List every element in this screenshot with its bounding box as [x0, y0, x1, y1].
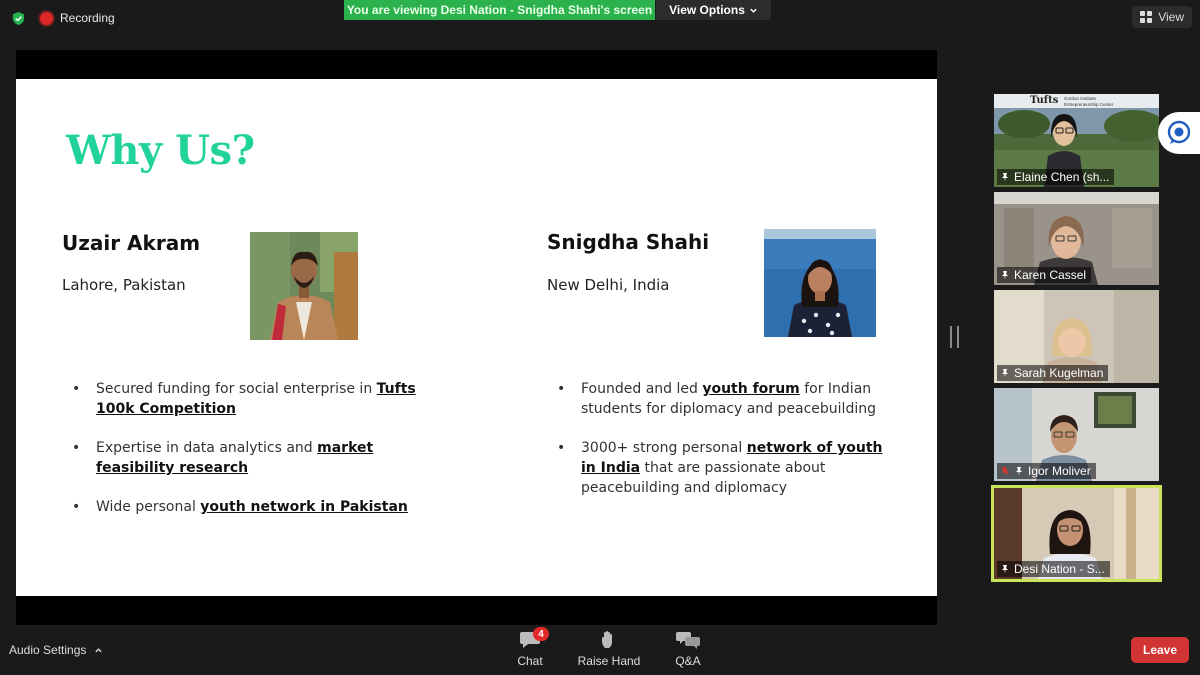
viewing-banner-text: You are viewing Desi Nation - Snigdha Sh…: [346, 3, 653, 17]
viewing-screen-banner: You are viewing Desi Nation - Snigdha Sh…: [344, 0, 655, 20]
shared-slide: Why Us? Uzair Akram Lahore, Pakistan Sec…: [16, 79, 937, 596]
photo-uzair: [250, 232, 358, 340]
panel-resize-handle[interactable]: [950, 326, 959, 348]
list-item: Secured funding for social enterprise in…: [72, 379, 422, 419]
chevron-down-icon: [750, 8, 757, 13]
recording-label: Recording: [60, 11, 115, 25]
highlight-link: youth network in Pakistan: [200, 499, 408, 515]
leave-button[interactable]: Leave: [1131, 637, 1189, 663]
pin-icon: [1002, 173, 1008, 182]
participant-name-label: Karen Cassel: [997, 267, 1092, 283]
participant-tile[interactable]: Igor Moliver: [994, 388, 1159, 481]
list-item: Wide personal youth network in Pakistan: [72, 497, 422, 517]
slide-title: Why Us?: [66, 127, 255, 174]
person-name-right: Snigdha Shahi: [547, 230, 710, 254]
chat-bubble-icon: [1167, 120, 1191, 144]
participant-tile[interactable]: Karen Cassel: [994, 192, 1159, 285]
participant-name-label: Igor Moliver: [997, 463, 1096, 479]
chat-label: Chat: [517, 654, 543, 668]
pin-icon: [1016, 467, 1022, 476]
recording-dot-icon: [40, 11, 53, 25]
leave-label: Leave: [1142, 643, 1178, 657]
tufts-subtitle: Gordon Institute Entrepreneurship Center: [1064, 96, 1114, 107]
person-location-right: New Delhi, India: [547, 276, 670, 294]
participant-tile[interactable]: Sarah Kugelman: [994, 290, 1159, 383]
participant-tile-active-speaker[interactable]: Desi Nation - S...: [991, 485, 1162, 582]
audio-settings-label: Audio Settings: [9, 643, 87, 657]
security-shield-icon[interactable]: [11, 11, 26, 26]
person-location-left: Lahore, Pakistan: [62, 276, 186, 294]
raise-hand-button[interactable]: Raise Hand: [574, 630, 644, 668]
audio-settings-button[interactable]: Audio Settings: [9, 643, 103, 657]
person-name-left: Uzair Akram: [62, 231, 201, 255]
raise-hand-label: Raise Hand: [577, 654, 641, 668]
highlight-link: youth forum: [702, 381, 800, 397]
qa-label: Q&A: [675, 654, 701, 668]
view-label: View: [1158, 10, 1184, 24]
list-item: Founded and led youth forum for Indian s…: [557, 379, 902, 419]
participant-name-label: Elaine Chen (sh...: [997, 169, 1115, 185]
grid-view-icon: [1140, 11, 1153, 23]
participant-tile[interactable]: Tufts Gordon Institute Entrepreneurship C…: [994, 94, 1159, 187]
qa-button[interactable]: Q&A: [653, 630, 723, 668]
chat-unread-badge: 4: [533, 627, 549, 641]
bullet-list-left: Secured funding for social enterprise in…: [72, 379, 422, 536]
list-item: 3000+ strong personal network of youth i…: [557, 438, 902, 498]
raise-hand-icon: [602, 631, 612, 648]
mic-muted-icon: [1001, 467, 1009, 475]
chat-button[interactable]: 4 Chat: [495, 627, 565, 668]
view-options-button[interactable]: View Options: [656, 0, 771, 20]
participant-name-label: Desi Nation - S...: [997, 561, 1110, 577]
pin-icon: [1002, 565, 1008, 574]
pin-icon: [1002, 271, 1008, 280]
participant-name-label: Sarah Kugelman: [997, 365, 1109, 381]
pin-icon: [1002, 369, 1008, 378]
bullet-list-right: Founded and led youth forum for Indian s…: [557, 379, 902, 517]
view-button[interactable]: View: [1132, 6, 1192, 28]
tufts-brand-text: Tufts: [1030, 95, 1059, 106]
qa-icon: [676, 632, 700, 649]
chevron-up-icon: [95, 647, 103, 652]
list-item: Expertise in data analytics and market f…: [72, 438, 422, 478]
photo-snigdha: [764, 229, 876, 337]
chat-assistant-button[interactable]: [1158, 112, 1200, 154]
recording-indicator[interactable]: Recording: [40, 11, 115, 25]
view-options-label: View Options: [669, 3, 745, 17]
